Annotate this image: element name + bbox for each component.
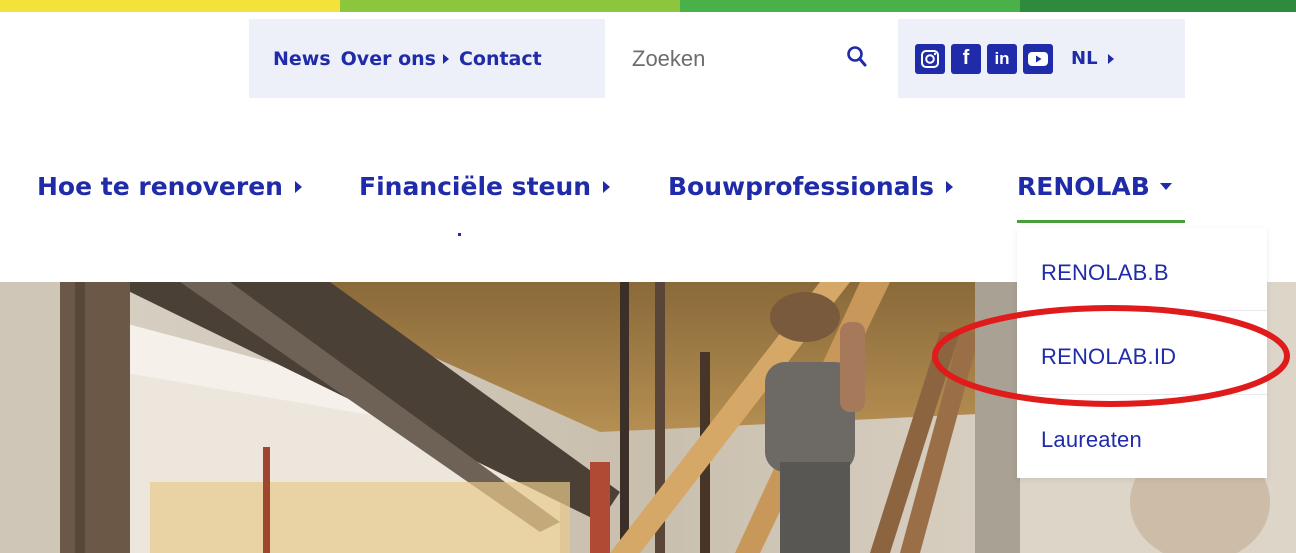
contact-link[interactable]: Contact bbox=[459, 48, 542, 70]
dropdown-item-renolab-id[interactable]: RENOLAB.ID bbox=[1041, 344, 1176, 370]
search-input[interactable] bbox=[630, 44, 834, 73]
over-ons-label: Over ons bbox=[340, 47, 436, 70]
main-navigation: Hoe te renoveren Financiële steun Bouwpr… bbox=[37, 172, 1267, 212]
chevron-down-icon bbox=[1159, 183, 1172, 190]
search-box bbox=[605, 19, 898, 98]
linkedin-icon[interactable]: in bbox=[987, 43, 1017, 74]
instagram-icon[interactable] bbox=[915, 43, 945, 74]
decorative-dot bbox=[458, 233, 461, 236]
caret-right-icon bbox=[442, 53, 449, 64]
caret-right-icon bbox=[945, 180, 953, 193]
nav-item-label: Financiële steun bbox=[359, 172, 592, 201]
nav-item-label: Hoe te renoveren bbox=[37, 172, 283, 201]
nav-item-bouwprofessionals[interactable]: Bouwprofessionals bbox=[668, 172, 953, 201]
utility-links-bar: News Over ons Contact bbox=[249, 19, 605, 98]
nav-item-label: RENOLAB bbox=[1017, 172, 1150, 201]
nav-item-financiele-steun[interactable]: Financiële steun bbox=[359, 172, 611, 201]
nav-item-renolab[interactable]: RENOLAB bbox=[1017, 172, 1172, 201]
news-link[interactable]: News bbox=[273, 48, 331, 70]
over-ons-link[interactable]: Over ons bbox=[341, 48, 449, 70]
dropdown-divider bbox=[1017, 310, 1267, 311]
language-label: NL bbox=[1071, 48, 1098, 69]
top-color-strip bbox=[0, 0, 1296, 12]
nav-item-label: Bouwprofessionals bbox=[668, 172, 934, 201]
dropdown-divider bbox=[1017, 394, 1267, 395]
active-nav-underline bbox=[1017, 220, 1185, 223]
nav-item-hoe-te-renoveren[interactable]: Hoe te renoveren bbox=[37, 172, 302, 201]
social-language-bar: f in NL bbox=[898, 19, 1185, 98]
language-selector[interactable]: NL bbox=[1071, 48, 1114, 69]
caret-right-icon bbox=[603, 180, 611, 193]
dropdown-item-laureaten[interactable]: Laureaten bbox=[1041, 427, 1142, 453]
youtube-icon[interactable] bbox=[1023, 43, 1053, 74]
facebook-icon[interactable]: f bbox=[951, 43, 981, 74]
search-icon[interactable] bbox=[846, 45, 868, 73]
dropdown-item-renolab-b[interactable]: RENOLAB.B bbox=[1041, 260, 1169, 286]
caret-right-icon bbox=[1107, 53, 1114, 64]
renolab-dropdown-menu: RENOLAB.B RENOLAB.ID Laureaten bbox=[1017, 228, 1267, 478]
caret-right-icon bbox=[294, 180, 302, 193]
